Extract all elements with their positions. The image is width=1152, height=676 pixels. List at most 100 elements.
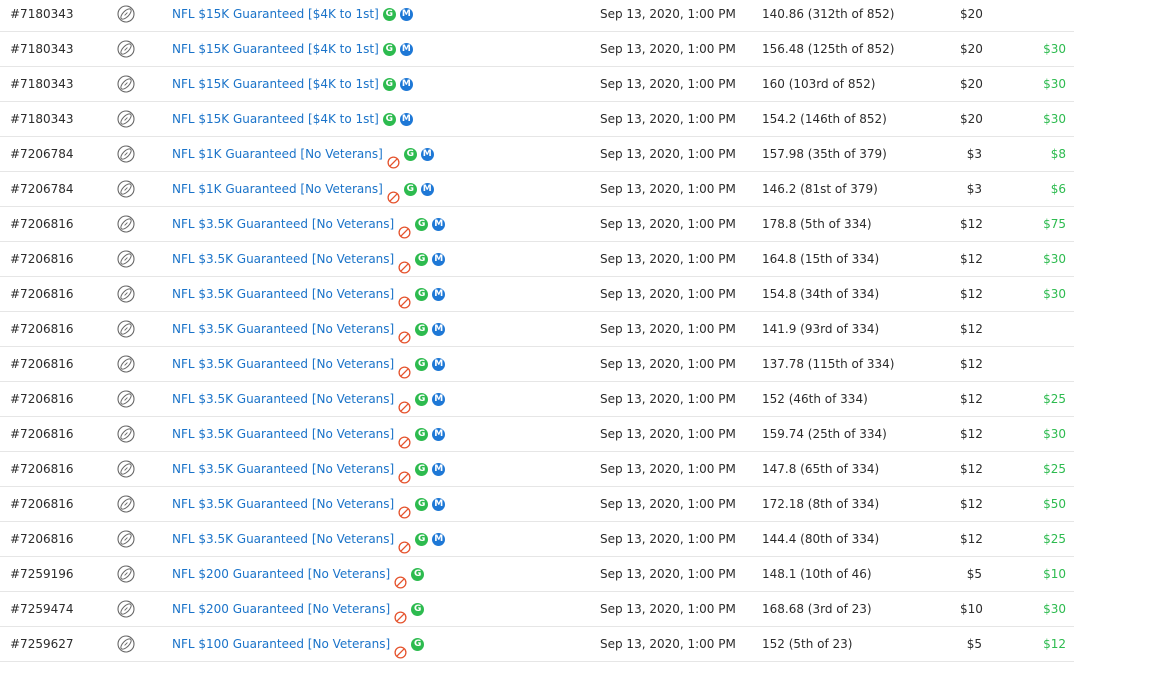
no-veterans-icon	[398, 358, 411, 379]
contest-name-link[interactable]: NFL $3.5K Guaranteed [No Veterans]	[172, 207, 394, 242]
entry-fee: $20	[960, 112, 983, 126]
entry-fee: $20	[960, 7, 983, 21]
contest-name-link[interactable]: NFL $200 Guaranteed [No Veterans]	[172, 592, 390, 627]
score-rank: 152 (46th of 334)	[762, 392, 868, 406]
contest-date: Sep 13, 2020, 1:00 PM	[600, 112, 736, 126]
contest-name-link[interactable]: NFL $3.5K Guaranteed [No Veterans]	[172, 277, 394, 312]
guaranteed-badge: G	[415, 428, 429, 441]
contest-name-link[interactable]: NFL $3.5K Guaranteed [No Veterans]	[172, 417, 394, 452]
contest-cell: NFL $3.5K Guaranteed [No Veterans] G M	[172, 487, 446, 522]
contest-name-link[interactable]: NFL $100 Guaranteed [No Veterans]	[172, 627, 390, 662]
table-row: #7180343 NFL $15K Guaranteed [$4K to 1st…	[0, 0, 1074, 32]
score-rank: 159.74 (25th of 334)	[762, 427, 887, 441]
football-icon	[117, 557, 137, 592]
football-icon	[117, 67, 137, 102]
table-row: #7206784 NFL $1K Guaranteed [No Veterans…	[0, 137, 1074, 172]
contest-name-link[interactable]: NFL $15K Guaranteed [$4K to 1st]	[172, 67, 379, 102]
contest-name-link[interactable]: NFL $200 Guaranteed [No Veterans]	[172, 557, 390, 592]
contest-cell: NFL $200 Guaranteed [No Veterans] G	[172, 592, 425, 627]
table-row: #7206816 NFL $3.5K Guaranteed [No Vetera…	[0, 487, 1074, 522]
winnings: $30	[1043, 77, 1066, 91]
winnings: $30	[1043, 287, 1066, 301]
winnings: $30	[1043, 602, 1066, 616]
table-row: #7259627 NFL $100 Guaranteed [No Veteran…	[0, 627, 1074, 662]
contest-date: Sep 13, 2020, 1:00 PM	[600, 252, 736, 266]
contest-name-link[interactable]: NFL $3.5K Guaranteed [No Veterans]	[172, 347, 394, 382]
multi-entry-badge: M	[399, 43, 413, 56]
multi-entry-badge: M	[432, 498, 446, 511]
no-veterans-icon	[398, 288, 411, 309]
contest-cell: NFL $3.5K Guaranteed [No Veterans] G M	[172, 417, 446, 452]
guaranteed-badge: G	[415, 463, 429, 476]
contest-date: Sep 13, 2020, 1:00 PM	[600, 497, 736, 511]
table-row: #7259474 NFL $200 Guaranteed [No Veteran…	[0, 592, 1074, 627]
entry-fee: $12	[960, 217, 983, 231]
guaranteed-badge: G	[382, 113, 396, 126]
entry-id: #7180343	[10, 77, 74, 91]
contest-name-link[interactable]: NFL $15K Guaranteed [$4K to 1st]	[172, 0, 379, 32]
score-rank: 141.9 (93rd of 334)	[762, 322, 880, 336]
entry-fee: $12	[960, 392, 983, 406]
contest-cell: NFL $15K Guaranteed [$4K to 1st] G M	[172, 102, 413, 137]
contest-name-link[interactable]: NFL $1K Guaranteed [No Veterans]	[172, 137, 383, 172]
contest-name-link[interactable]: NFL $3.5K Guaranteed [No Veterans]	[172, 312, 394, 347]
football-icon	[117, 522, 137, 557]
winnings: $30	[1043, 112, 1066, 126]
multi-entry-badge: M	[432, 463, 446, 476]
winnings: $75	[1043, 217, 1066, 231]
table-row: #7206816 NFL $3.5K Guaranteed [No Vetera…	[0, 207, 1074, 242]
guaranteed-badge: G	[411, 568, 425, 581]
multi-entry-badge: M	[432, 218, 446, 231]
contest-date: Sep 13, 2020, 1:00 PM	[600, 602, 736, 616]
entry-fee: $20	[960, 77, 983, 91]
no-veterans-icon	[398, 428, 411, 449]
score-rank: 154.2 (146th of 852)	[762, 112, 887, 126]
multi-entry-badge: M	[399, 8, 413, 21]
football-icon	[117, 627, 137, 662]
winnings: $25	[1043, 392, 1066, 406]
contest-cell: NFL $1K Guaranteed [No Veterans] G M	[172, 137, 434, 172]
entry-id: #7206784	[10, 147, 74, 161]
guaranteed-badge: G	[415, 288, 429, 301]
no-veterans-icon	[398, 463, 411, 484]
winnings: $50	[1043, 497, 1066, 511]
contest-name-link[interactable]: NFL $1K Guaranteed [No Veterans]	[172, 172, 383, 207]
multi-entry-badge: M	[399, 113, 413, 126]
winnings: $10	[1043, 567, 1066, 581]
guaranteed-badge: G	[415, 323, 429, 336]
guaranteed-badge: G	[415, 218, 429, 231]
guaranteed-badge: G	[382, 8, 396, 21]
entry-id: #7206816	[10, 532, 74, 546]
score-rank: 164.8 (15th of 334)	[762, 252, 880, 266]
contest-cell: NFL $3.5K Guaranteed [No Veterans] G M	[172, 242, 446, 277]
contest-name-link[interactable]: NFL $3.5K Guaranteed [No Veterans]	[172, 242, 394, 277]
winnings: $25	[1043, 532, 1066, 546]
no-veterans-icon	[387, 148, 400, 169]
contest-date: Sep 13, 2020, 1:00 PM	[600, 637, 736, 651]
football-icon	[117, 487, 137, 522]
contest-date: Sep 13, 2020, 1:00 PM	[600, 567, 736, 581]
table-row: #7180343 NFL $15K Guaranteed [$4K to 1st…	[0, 67, 1074, 102]
contest-name-link[interactable]: NFL $3.5K Guaranteed [No Veterans]	[172, 382, 394, 417]
table-row: #7180343 NFL $15K Guaranteed [$4K to 1st…	[0, 32, 1074, 67]
football-icon	[117, 277, 137, 312]
guaranteed-badge: G	[382, 78, 396, 91]
contest-name-link[interactable]: NFL $3.5K Guaranteed [No Veterans]	[172, 487, 394, 522]
contest-date: Sep 13, 2020, 1:00 PM	[600, 287, 736, 301]
contest-name-link[interactable]: NFL $15K Guaranteed [$4K to 1st]	[172, 32, 379, 67]
contest-date: Sep 13, 2020, 1:00 PM	[600, 392, 736, 406]
winnings: $30	[1043, 252, 1066, 266]
contest-name-link[interactable]: NFL $15K Guaranteed [$4K to 1st]	[172, 102, 379, 137]
contest-cell: NFL $100 Guaranteed [No Veterans] G	[172, 627, 425, 662]
entry-id: #7180343	[10, 112, 74, 126]
contest-cell: NFL $200 Guaranteed [No Veterans] G	[172, 557, 425, 592]
score-rank: 144.4 (80th of 334)	[762, 532, 880, 546]
winnings: $12	[1043, 637, 1066, 651]
contest-name-link[interactable]: NFL $3.5K Guaranteed [No Veterans]	[172, 522, 394, 557]
score-rank: 154.8 (34th of 334)	[762, 287, 880, 301]
football-icon	[117, 347, 137, 382]
entry-id: #7206784	[10, 182, 74, 196]
guaranteed-badge: G	[415, 358, 429, 371]
contest-cell: NFL $3.5K Guaranteed [No Veterans] G M	[172, 382, 446, 417]
contest-name-link[interactable]: NFL $3.5K Guaranteed [No Veterans]	[172, 452, 394, 487]
